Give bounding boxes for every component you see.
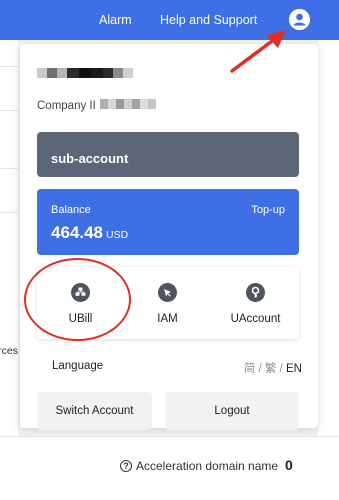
account-dropdown-panel: Company II sub-account Balance Top-up 46… [20,44,318,430]
balance-card: Balance Top-up 464.48 USD [37,189,299,255]
help-and-support-link[interactable]: Help and Support [160,13,257,27]
balance-currency: USD [106,229,129,241]
uaccount-shortcut[interactable]: UAccount [212,267,299,339]
acceleration-domain-count: 0 [285,457,293,473]
iam-icon [158,283,177,302]
user-circle-icon[interactable] [289,9,310,30]
iam-label: IAM [157,313,178,325]
blurred-account-name [37,68,133,78]
uaccount-label: UAccount [230,313,281,325]
background-page-bottom: ? Acceleration domain name 0 [0,436,339,500]
account-key-icon [246,283,265,302]
language-option-simplified[interactable]: 简 [244,363,256,375]
top-up-link[interactable]: Top-up [251,204,285,216]
background-page-left: rces [0,40,18,500]
language-option-en[interactable]: EN [286,363,302,375]
balance-label: Balance [51,204,91,216]
switch-account-button[interactable]: Switch Account [37,392,152,430]
question-circle-icon: ? [120,460,132,472]
acceleration-domain-label: ? Acceleration domain name [120,459,278,473]
sub-account-card: sub-account [37,132,299,177]
alarm-link[interactable]: Alarm [99,13,132,27]
language-options: 简 / 繁 / EN [243,363,302,375]
background-page-right [318,40,339,500]
logout-button[interactable]: Logout [165,392,299,430]
background-cut-text: rces [0,345,18,357]
language-label: Language [52,360,104,372]
company-id-label: Company II [37,100,96,112]
annotation-arrow [230,30,286,73]
blurred-company-id [100,99,156,109]
annotation-circle [24,258,131,341]
language-option-traditional[interactable]: 繁 [265,363,277,375]
acceleration-domain-text: Acceleration domain name [136,459,279,473]
balance-amount: 464.48 USD [51,223,129,242]
iam-shortcut[interactable]: IAM [124,267,211,339]
